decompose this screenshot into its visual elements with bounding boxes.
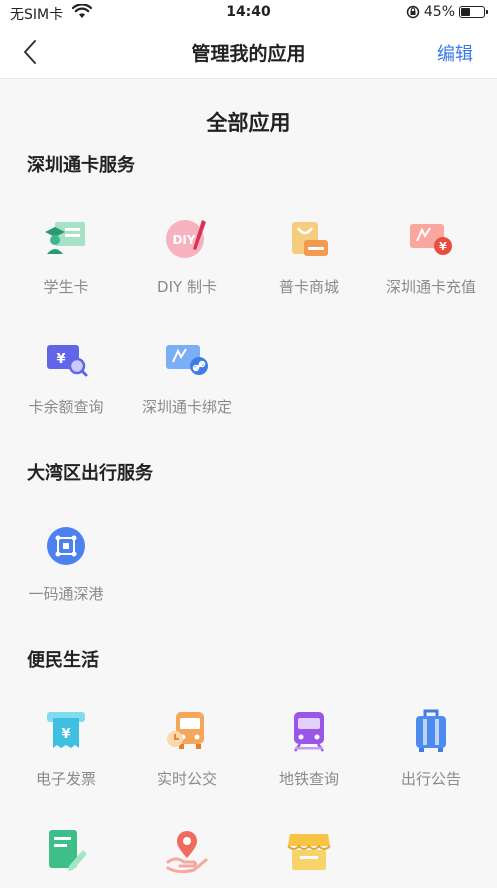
app-label: 地铁查询 bbox=[278, 770, 339, 788]
app-card-mall[interactable]: 普卡商城 bbox=[248, 216, 370, 297]
rotation-lock-icon bbox=[406, 5, 420, 19]
app-label: 电子发票 bbox=[35, 770, 96, 788]
app-student-card[interactable]: 学生卡 bbox=[5, 216, 127, 297]
app-label: 学生卡 bbox=[43, 278, 89, 296]
all-apps-heading: 全部应用 bbox=[206, 111, 291, 135]
app-label: 一码通深港 bbox=[28, 585, 104, 603]
app-one-code-sz-hk[interactable]: 一码通深港 bbox=[5, 523, 127, 604]
navigation-bar: 管理我的应用 编辑 bbox=[0, 26, 497, 79]
status-bar: 无SIM卡 14:40 45% bbox=[0, 0, 497, 26]
battery-icon bbox=[459, 6, 488, 18]
metro-icon bbox=[293, 712, 325, 752]
card-recharge-icon: ¥ bbox=[410, 224, 452, 255]
svg-text:¥: ¥ bbox=[56, 352, 65, 367]
svg-text:DIY: DIY bbox=[172, 233, 195, 247]
shopping-bag-icon bbox=[292, 222, 328, 256]
app-diy-card[interactable]: DIY DIY 制卡 bbox=[126, 216, 248, 297]
app-label: 普卡商城 bbox=[278, 278, 339, 296]
app-label: 深圳通卡充值 bbox=[385, 278, 476, 296]
luggage-icon bbox=[416, 709, 446, 752]
app-list: 全部应用 深圳通卡服务 学生卡 DIY DIY 制卡 普卡商城 ¥ 深圳通卡充值… bbox=[0, 79, 497, 883]
app-label: 卡余额查询 bbox=[28, 398, 104, 416]
qr-code-icon bbox=[47, 527, 85, 565]
bus-icon bbox=[167, 712, 204, 749]
app-balance-query[interactable]: ¥ 卡余额查询 bbox=[5, 336, 127, 417]
balance-search-icon: ¥ bbox=[47, 345, 88, 377]
app-realtime-bus[interactable]: 实时公交 bbox=[126, 708, 248, 789]
location-hand-icon bbox=[166, 831, 208, 874]
student-card-icon bbox=[45, 222, 85, 254]
app-edit-document[interactable] bbox=[5, 828, 127, 888]
app-label: 出行公告 bbox=[400, 770, 461, 788]
invoice-icon: ¥ bbox=[47, 712, 85, 748]
app-metro-query[interactable]: 地铁查询 bbox=[248, 708, 370, 789]
section-title-convenience: 便民生活 bbox=[27, 650, 99, 671]
section-title-greater-bay: 大湾区出行服务 bbox=[27, 463, 153, 484]
section-title-sz-card: 深圳通卡服务 bbox=[27, 155, 135, 176]
diy-card-icon: DIY bbox=[166, 220, 206, 258]
app-travel-notice[interactable]: 出行公告 bbox=[370, 708, 492, 789]
edit-button[interactable]: 编辑 bbox=[437, 40, 473, 66]
edit-document-icon bbox=[49, 830, 87, 871]
svg-text:¥: ¥ bbox=[61, 727, 70, 742]
shop-icon bbox=[287, 834, 331, 870]
app-label: 深圳通卡绑定 bbox=[141, 398, 232, 416]
app-card-binding[interactable]: 深圳通卡绑定 bbox=[126, 336, 248, 417]
page-title: 管理我的应用 bbox=[191, 43, 306, 65]
app-e-invoice[interactable]: ¥ 电子发票 bbox=[5, 708, 127, 789]
app-label: DIY 制卡 bbox=[157, 278, 217, 296]
card-link-icon bbox=[166, 345, 208, 375]
svg-text:¥: ¥ bbox=[439, 240, 447, 253]
app-label: 实时公交 bbox=[156, 770, 217, 788]
battery-percent: 45% bbox=[423, 4, 455, 20]
app-card-recharge[interactable]: ¥ 深圳通卡充值 bbox=[370, 216, 492, 297]
app-location-service[interactable] bbox=[126, 828, 248, 888]
app-shop[interactable] bbox=[248, 828, 370, 888]
